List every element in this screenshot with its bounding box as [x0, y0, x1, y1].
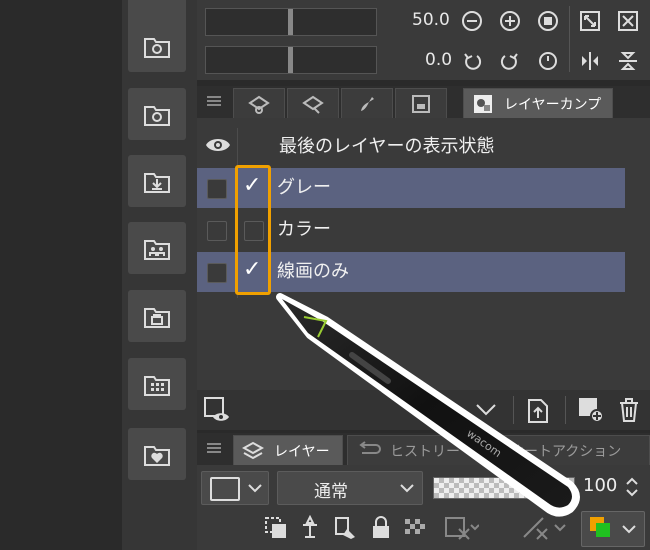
tab-subview[interactable] — [395, 88, 447, 119]
rotation-value: 0.0 — [425, 50, 453, 70]
layer-visibility-icon[interactable] — [203, 396, 231, 424]
download-folder-icon — [144, 173, 170, 193]
layer-comp-icon — [474, 94, 492, 113]
fit-window-icon[interactable] — [579, 10, 601, 32]
actual-size-icon[interactable] — [537, 10, 559, 32]
zoom-in-icon[interactable] — [499, 10, 521, 32]
tab-layer-comp[interactable]: レイヤーカンプ — [463, 88, 613, 118]
download-folder-button[interactable] — [128, 155, 186, 207]
subview-icon — [412, 95, 430, 113]
zoom-slider-thumb[interactable] — [288, 9, 293, 35]
trash-icon[interactable] — [617, 396, 641, 424]
layer-search-icon — [302, 95, 324, 114]
zoom-slider[interactable] — [205, 8, 377, 36]
layer-color-dropdown[interactable] — [201, 471, 269, 505]
rotate-right-icon[interactable] — [499, 50, 521, 72]
camera-folder-icon — [144, 106, 170, 126]
people-folder-button[interactable] — [128, 222, 186, 274]
navigator-panel: 50.0 0.0 — [197, 0, 650, 80]
flip-vertical-icon[interactable] — [617, 50, 639, 72]
favorite-folder-button[interactable] — [128, 428, 186, 480]
layers-icon — [242, 441, 264, 459]
chevron-down-icon — [248, 484, 262, 493]
material-category-column — [122, 0, 197, 550]
stylus-pen-image: wacom — [276, 293, 580, 517]
zoom-value: 50.0 — [412, 10, 450, 30]
opacity-stepper-icon[interactable] — [625, 475, 639, 499]
rotate-slider-thumb[interactable] — [288, 47, 293, 73]
rotate-slider[interactable] — [205, 46, 377, 74]
camera-folder-icon — [144, 38, 170, 58]
camera-folder-button-1[interactable] — [128, 20, 186, 72]
layer-property-icon — [248, 95, 270, 114]
comp-row-apply-checkbox[interactable] — [207, 263, 227, 283]
comp-row-apply-checkbox[interactable] — [207, 179, 227, 199]
comp-row-label: グレー — [277, 177, 331, 198]
highlight-frame — [235, 165, 271, 295]
tab-tool-property[interactable] — [341, 88, 393, 119]
rotate-left-icon[interactable] — [461, 50, 483, 72]
fit-navigator-icon[interactable] — [617, 10, 639, 32]
layer-color-swatch-button[interactable] — [581, 511, 645, 547]
grid-folder-button[interactable] — [128, 358, 186, 410]
eye-icon — [206, 139, 230, 151]
tab-layer-search[interactable] — [287, 88, 339, 119]
reset-rotation-icon[interactable] — [537, 50, 559, 72]
comp-row-apply-checkbox[interactable] — [207, 221, 227, 241]
panel-grip-icon[interactable] — [207, 96, 221, 106]
canvas-background — [0, 0, 122, 550]
chevron-down-icon — [622, 525, 636, 534]
grid-folder-icon — [144, 376, 170, 396]
panel-tabbar-top: レイヤーカンプ — [197, 86, 650, 119]
people-folder-icon — [144, 240, 170, 260]
zoom-out-icon[interactable] — [461, 10, 483, 32]
camera-folder-button-2[interactable] — [128, 88, 186, 140]
bag-folder-icon — [144, 308, 170, 328]
heart-folder-icon — [144, 446, 170, 466]
panel-grip-icon[interactable] — [207, 443, 221, 453]
brush-tip-icon — [361, 97, 374, 111]
tab-layer-property[interactable] — [233, 88, 285, 119]
comp-row-label: カラー — [277, 219, 331, 240]
flip-horizontal-icon[interactable] — [579, 50, 601, 72]
comp-header-label: 最後のレイヤーの表示状態 — [279, 136, 495, 157]
tab-layer-comp-label: レイヤーカンプ — [504, 96, 602, 113]
bag-folder-button[interactable] — [128, 290, 186, 342]
